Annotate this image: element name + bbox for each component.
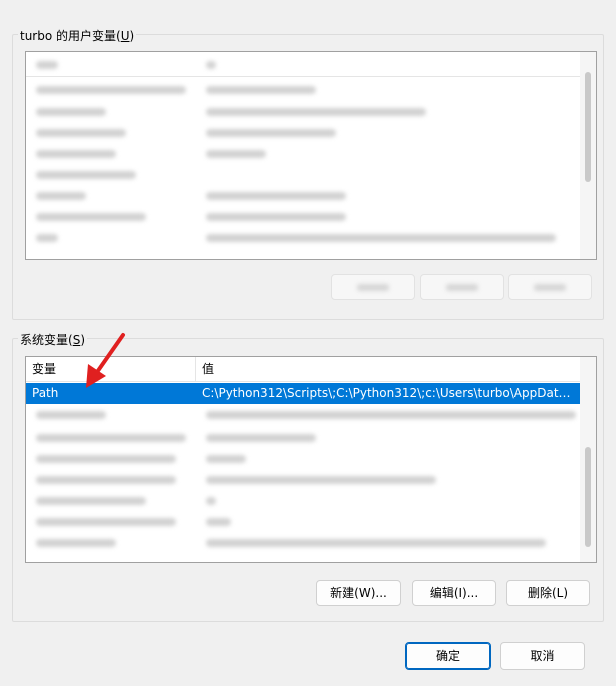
- user-variables-list[interactable]: [25, 51, 597, 260]
- user-variables-scrollbar-thumb[interactable]: [585, 72, 591, 182]
- system-variable-row-path[interactable]: Path C:\Python312\Scripts\;C:\Python312\…: [26, 383, 580, 404]
- user-new-button[interactable]: [331, 274, 415, 300]
- system-edit-button[interactable]: 编辑(I)...: [412, 580, 496, 606]
- ok-button[interactable]: 确定: [405, 642, 491, 670]
- system-variable-value: C:\Python312\Scripts\;C:\Python312\;c:\U…: [202, 386, 574, 400]
- system-variables-list[interactable]: 变量 值 Path C:\Python312\Scripts\;C:\Pytho…: [25, 356, 597, 563]
- user-delete-button[interactable]: [508, 274, 592, 300]
- system-variables-scrollbar-thumb[interactable]: [585, 447, 591, 547]
- user-edit-button[interactable]: [420, 274, 504, 300]
- cancel-button[interactable]: 取消: [500, 642, 585, 670]
- system-variable-name: Path: [32, 386, 59, 400]
- user-variables-list-header: [26, 52, 580, 77]
- system-variables-scrollbar[interactable]: [580, 357, 596, 562]
- column-header-value[interactable]: 值: [196, 357, 576, 381]
- system-variables-group-label: 系统变量(S): [18, 331, 87, 348]
- column-header-name[interactable]: 变量: [26, 357, 196, 381]
- user-variables-scrollbar[interactable]: [580, 52, 596, 259]
- system-variables-list-header: 变量 值: [26, 357, 580, 382]
- user-variables-group-label: turbo 的用户变量(U): [18, 27, 137, 44]
- system-delete-button[interactable]: 删除(L): [506, 580, 590, 606]
- system-new-button[interactable]: 新建(W)...: [316, 580, 401, 606]
